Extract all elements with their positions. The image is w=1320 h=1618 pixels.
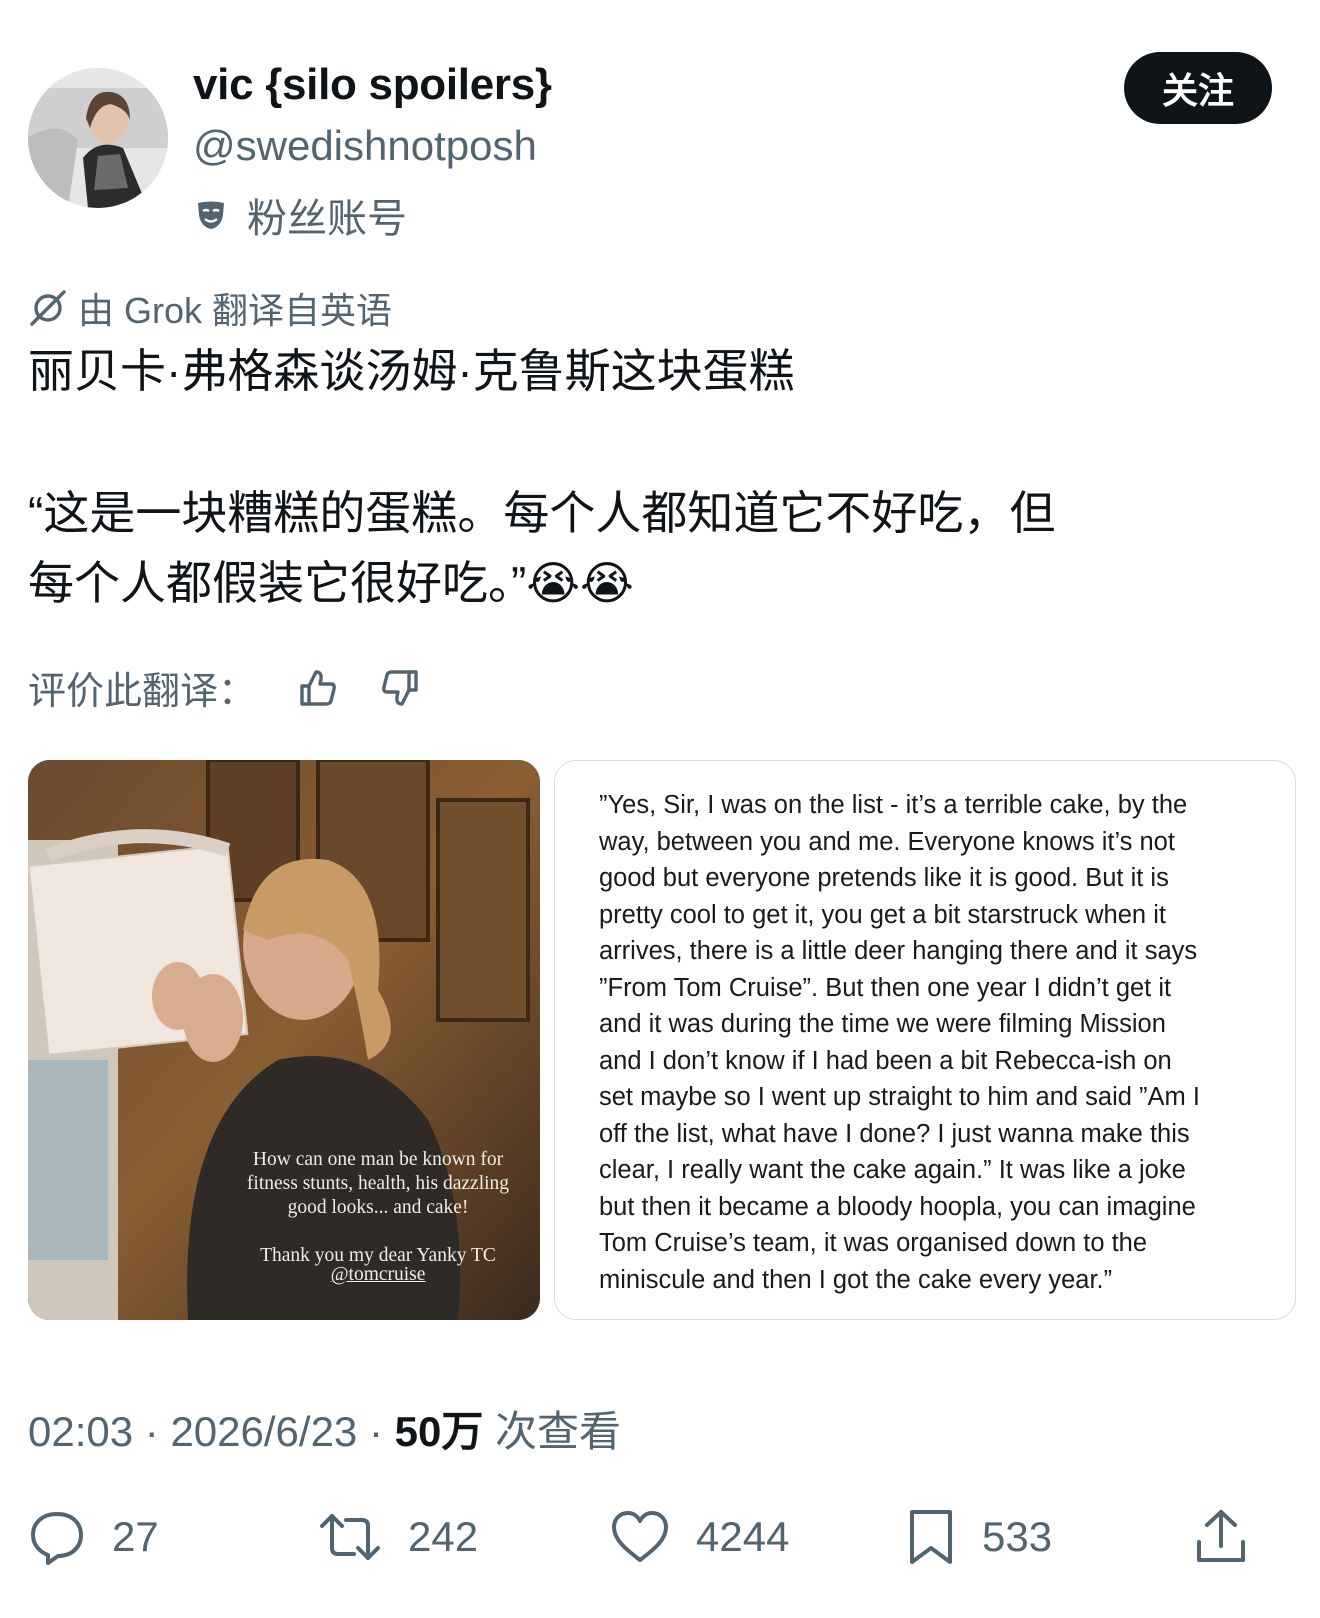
views-label: 次查看: [495, 1408, 622, 1455]
tweet-text-line: “这是一块糟糕的蛋糕。每个人都知道它不好吃，但: [28, 487, 1056, 539]
display-name[interactable]: vic {silo spoilers}: [193, 60, 552, 110]
rate-translation-label: 评价此翻译：: [28, 671, 257, 713]
reply-icon: [28, 1508, 86, 1566]
bookmark-count: 533: [982, 1513, 1053, 1560]
user-handle[interactable]: @swedishnotposh: [193, 122, 537, 170]
photo-caption-handle: @tomcruise: [330, 1264, 426, 1285]
badge-label: 粉丝账号: [247, 197, 407, 241]
bookmark-icon: [906, 1508, 956, 1566]
tweet-text-line: 丽贝卡·弗格森谈汤姆·克鲁斯这块蛋糕: [28, 345, 795, 397]
share-button[interactable]: [1194, 1508, 1248, 1566]
follow-button[interactable]: 关注: [1124, 52, 1272, 124]
reply-button[interactable]: 27: [28, 1508, 159, 1566]
photo-caption: How can one man be known for fitness stu…: [246, 1149, 510, 1266]
account-badge: 粉丝账号: [193, 186, 407, 244]
meta-separator: ·: [144, 1408, 171, 1455]
views-count: 50万: [394, 1408, 484, 1455]
avatar-photo: [28, 68, 168, 208]
retweet-count: 242: [408, 1513, 479, 1560]
translation-notice: 由 Grok 翻译自英语: [28, 282, 392, 334]
mask-icon: [193, 197, 229, 233]
like-button[interactable]: 4244: [610, 1508, 789, 1566]
grok-icon: [28, 288, 68, 328]
retweet-button[interactable]: 242: [318, 1508, 478, 1566]
avatar[interactable]: [28, 68, 168, 208]
tweet-date[interactable]: 2026/6/23: [170, 1408, 357, 1455]
like-count: 4244: [696, 1513, 790, 1560]
translation-notice-text: 由 Grok 翻译自英语: [78, 290, 393, 331]
reply-count: 27: [112, 1513, 159, 1560]
retweet-icon: [318, 1508, 382, 1566]
thumbs-down-icon[interactable]: [378, 666, 422, 710]
tweet-time[interactable]: 02:03: [28, 1408, 133, 1455]
bookmark-button[interactable]: 533: [906, 1508, 1052, 1566]
tweet-meta: 02:03 · 2026/6/23 · 50万 次查看: [28, 1398, 621, 1459]
thumbs-up-icon[interactable]: [296, 666, 340, 710]
share-icon: [1194, 1508, 1248, 1566]
quote-text: ”Yes, Sir, I was on the list - it’s a te…: [599, 791, 1200, 1294]
meta-separator: ·: [368, 1408, 395, 1455]
tweet-text-line: 每个人都假装它很好吃。”😭😭: [28, 557, 634, 609]
rate-translation: 评价此翻译：: [28, 660, 422, 715]
heart-icon: [610, 1508, 670, 1566]
media-quote-card[interactable]: ”Yes, Sir, I was on the list - it’s a te…: [554, 760, 1296, 1320]
media-photo[interactable]: How can one man be known for fitness stu…: [28, 760, 540, 1320]
